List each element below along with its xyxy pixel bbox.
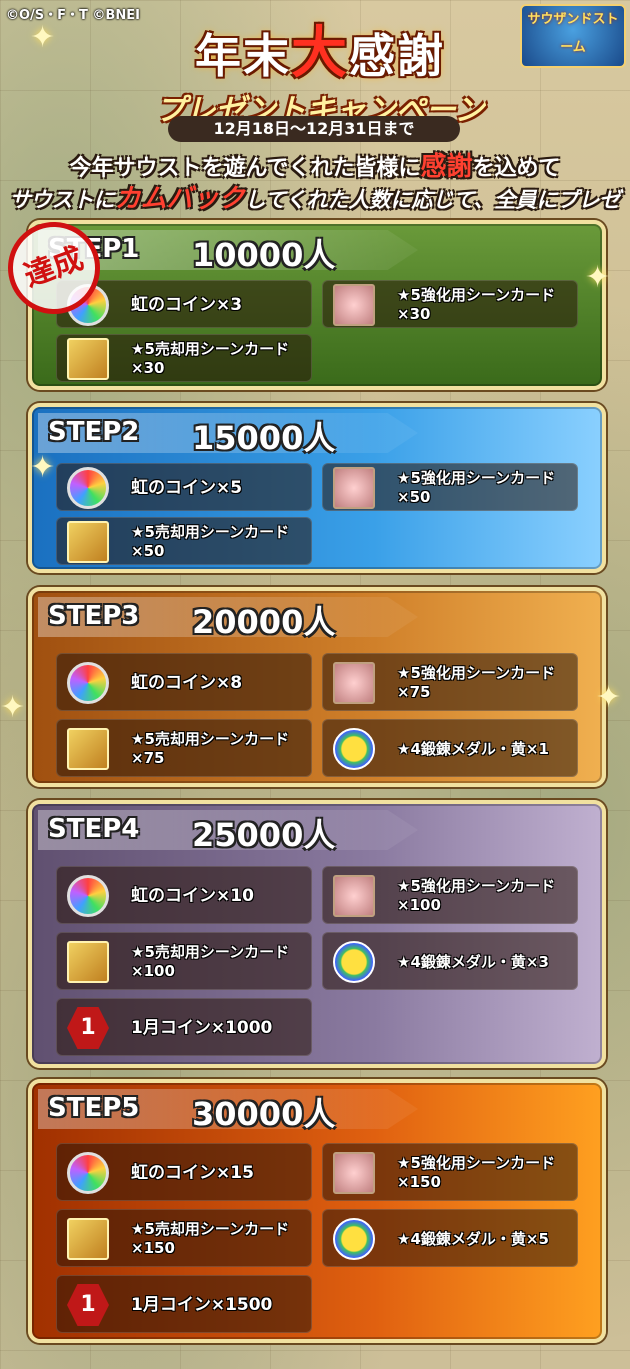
step-count: 10000人 — [192, 236, 336, 274]
reward-item: ★4鍛錬メダル・黄×5 — [322, 1209, 578, 1267]
logo-text: サウザンドストーム — [527, 12, 619, 55]
sparkle-icon: ✦ — [0, 690, 26, 725]
reward-label: ★5強化用シーンカード×75 — [397, 664, 556, 701]
reward-label: ★4鍛錬メダル・黄×3 — [397, 952, 549, 971]
title-main: 年末大感謝 — [140, 8, 500, 89]
reward-label: ★5強化用シーンカード×50 — [397, 469, 556, 506]
reward-label: ★5強化用シーンカード×100 — [397, 877, 556, 914]
step-label: STEP4 — [48, 814, 140, 844]
step-panel-5: STEP5 30000人 虹のコイン×15 ★5強化用シーンカード×150 ★5… — [28, 1079, 606, 1343]
step-count: 20000人 — [192, 603, 336, 641]
reward-label: ★5売却用シーンカード×50 — [131, 523, 290, 560]
sell-card-icon — [67, 521, 109, 563]
reward-item: 虹のコイン×10 — [56, 866, 312, 924]
reward-label: 1月コイン×1500 — [131, 1294, 273, 1315]
reward-item: 1 1月コイン×1500 — [56, 1275, 312, 1333]
copyright: ©O/S・F・T ©BNEI — [6, 8, 140, 23]
sell-card-icon — [67, 1218, 109, 1260]
title-big: 大 — [291, 21, 349, 86]
reward-item: ★5強化用シーンカード×30 — [322, 280, 578, 328]
reward-item: ★5売却用シーンカード×30 — [56, 334, 312, 382]
enhance-card-icon — [333, 662, 375, 704]
reward-item: ★5売却用シーンカード×75 — [56, 719, 312, 777]
reward-item: ★5強化用シーンカード×150 — [322, 1143, 578, 1201]
step-count: 30000人 — [192, 1095, 336, 1133]
campaign-title: 年末大感謝 プレゼントキャンペーン — [140, 8, 500, 128]
forge-medal-icon — [333, 728, 375, 770]
step-count: 25000人 — [192, 816, 336, 854]
reward-item: ★5売却用シーンカード×50 — [56, 517, 312, 565]
step-panel-4: STEP4 25000人 虹のコイン×10 ★5強化用シーンカード×100 ★5… — [28, 800, 606, 1068]
enhance-card-icon — [333, 467, 375, 509]
msg2a: サウストに — [9, 188, 115, 212]
step-label: STEP5 — [48, 1093, 140, 1123]
enhance-card-icon — [333, 875, 375, 917]
step-count: 15000人 — [192, 419, 336, 457]
reward-item: ★4鍛錬メダル・黄×1 — [322, 719, 578, 777]
rainbow-coin-icon — [67, 875, 109, 917]
reward-item: ★5売却用シーンカード×150 — [56, 1209, 312, 1267]
sparkle-icon: ✦ — [30, 450, 56, 485]
reward-label: 虹のコイン×5 — [131, 477, 243, 498]
reward-label: ★5強化用シーンカード×30 — [397, 286, 556, 323]
reward-label: 虹のコイン×10 — [131, 885, 254, 906]
step-label: STEP2 — [48, 417, 140, 447]
step-panel-1: STEP1 10000人 虹のコイン×3 ★5強化用シーンカード×30 ★5売却… — [28, 220, 606, 390]
sparkle-icon: ✦ — [596, 680, 622, 715]
reward-label: ★4鍛錬メダル・黄×5 — [397, 1229, 549, 1248]
reward-label: ★4鍛錬メダル・黄×1 — [397, 739, 549, 758]
sell-card-icon — [67, 728, 109, 770]
rainbow-coin-icon — [67, 467, 109, 509]
title-post: 感謝 — [349, 29, 445, 83]
game-logo: サウザンドストーム — [520, 4, 626, 68]
sell-card-icon — [67, 338, 109, 380]
january-coin-icon: 1 — [67, 1284, 109, 1326]
reward-label: ★5売却用シーンカード×75 — [131, 730, 290, 767]
sparkle-icon: ✦ — [30, 20, 56, 55]
rainbow-coin-icon — [67, 1152, 109, 1194]
reward-item: ★5強化用シーンカード×100 — [322, 866, 578, 924]
reward-item: ★5売却用シーンカード×100 — [56, 932, 312, 990]
reward-item: 虹のコイン×5 — [56, 463, 312, 511]
campaign-date: 12月18日～12月31日まで — [168, 116, 460, 142]
reward-item: ★5強化用シーンカード×75 — [322, 653, 578, 711]
reward-item: ★5強化用シーンカード×50 — [322, 463, 578, 511]
reward-item: ★4鍛錬メダル・黄×3 — [322, 932, 578, 990]
reward-label: 虹のコイン×3 — [131, 294, 243, 315]
step-label: STEP3 — [48, 601, 140, 631]
forge-medal-icon — [333, 1218, 375, 1260]
january-coin-icon: 1 — [67, 1007, 109, 1049]
reward-label: 虹のコイン×15 — [131, 1162, 254, 1183]
step-panel-2: STEP2 15000人 虹のコイン×5 ★5強化用シーンカード×50 ★5売却… — [28, 403, 606, 573]
forge-medal-icon — [333, 941, 375, 983]
title-pre: 年末 — [195, 29, 291, 83]
reward-item: 1 1月コイン×1000 — [56, 998, 312, 1056]
msg2b: カムバック — [114, 184, 245, 214]
reward-label: ★5強化用シーンカード×150 — [397, 1154, 556, 1191]
reward-item: 虹のコイン×15 — [56, 1143, 312, 1201]
reward-label: 1月コイン×1000 — [131, 1017, 273, 1038]
reward-label: ★5売却用シーンカード×100 — [131, 943, 290, 980]
enhance-card-icon — [333, 1152, 375, 1194]
sell-card-icon — [67, 941, 109, 983]
sparkle-icon: ✦ — [585, 260, 611, 295]
reward-label: 虹のコイン×8 — [131, 672, 243, 693]
reward-label: ★5売却用シーンカード×150 — [131, 1220, 290, 1257]
rainbow-coin-icon — [67, 662, 109, 704]
reward-label: ★5売却用シーンカード×30 — [131, 340, 290, 377]
step-panel-3: STEP3 20000人 虹のコイン×8 ★5強化用シーンカード×75 ★5売却… — [28, 587, 606, 787]
reward-item: 虹のコイン×8 — [56, 653, 312, 711]
enhance-card-icon — [333, 284, 375, 326]
